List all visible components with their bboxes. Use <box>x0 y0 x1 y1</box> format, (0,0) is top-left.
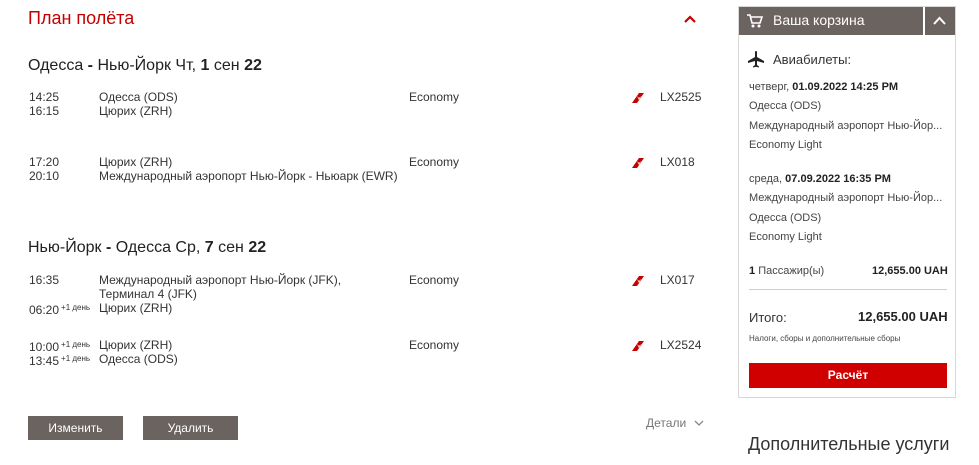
delete-button[interactable]: Удалить <box>143 416 238 440</box>
route-origin: Нью-Йорк <box>28 239 102 256</box>
arrival-time-row: 06:20 +1 день <box>29 301 90 317</box>
departure-terminal: Терминал 4 (JFK) <box>99 287 197 301</box>
route-origin: Одесса <box>28 57 84 74</box>
arrival-time: 06:20 <box>29 303 60 317</box>
airplane-icon <box>748 51 764 68</box>
extra-services-title: Дополнительные услуги <box>748 434 950 454</box>
cart-flight-origin: Международный аэропорт Нью-Йор... <box>749 192 943 204</box>
next-day-badge: +1 день <box>61 354 91 363</box>
airline-logo-icon <box>632 158 644 168</box>
arrival-airport: Цюрих (ZRH) <box>99 104 173 118</box>
route-separator: - <box>83 57 98 74</box>
cart-section-title: Авиабилеты: <box>773 52 852 67</box>
total-price: 12,655.00 UAH <box>858 309 948 324</box>
departure-time: 14:25 <box>29 90 60 104</box>
departure-airport: Цюрих (ZRH) <box>99 338 173 352</box>
next-day-badge: +1 день <box>61 340 91 349</box>
cart-flight-weekday: четверг, <box>749 81 793 93</box>
cart-collapse-button[interactable] <box>924 7 955 35</box>
arrival-airport: Одесса (ODS) <box>99 352 178 366</box>
route-year: 22 <box>248 239 267 256</box>
cart-flight-date: четверг, 01.09.2022 14:25 PM <box>749 81 898 93</box>
route-month: сен <box>218 239 244 256</box>
cart-title: Ваша корзина <box>773 12 865 28</box>
airline-logo-icon <box>632 341 644 351</box>
departure-airport: Международный аэропорт Нью-Йорк (JFK), <box>99 273 342 287</box>
route-separator: - <box>101 239 116 256</box>
cabin-class: Economy <box>409 155 460 169</box>
airline-logo-icon <box>632 93 644 103</box>
cart-flight-destination: Одесса (ODS) <box>749 212 822 224</box>
total-label: Итого: <box>749 310 787 325</box>
arrival-time-row: 13:45 +1 день <box>29 352 90 368</box>
departure-airport: Одесса (ODS) <box>99 90 178 104</box>
route-year: 22 <box>244 57 262 74</box>
route-destination: Одесса <box>115 239 171 256</box>
cart-flight-origin: Одесса (ODS) <box>749 100 822 112</box>
passengers-summary: 1 Пассажир(ы) <box>749 265 824 277</box>
passengers-price: 12,655.00 UAH <box>872 265 948 277</box>
flight-number: LX017 <box>660 273 695 287</box>
cart-divider <box>749 289 947 290</box>
cabin-class: Economy <box>409 338 460 352</box>
passengers-count: 1 <box>749 265 756 277</box>
arrival-time: 20:10 <box>29 169 60 183</box>
route-destination: Нью-Йорк <box>97 57 171 74</box>
details-toggle[interactable]: Детали <box>646 416 704 430</box>
arrival-airport: Цюрих (ZRH) <box>99 301 173 315</box>
chevron-down-icon <box>694 420 703 426</box>
cart-flight-weekday: среда, <box>749 173 786 185</box>
route-weekday: Чт, <box>175 57 197 74</box>
arrival-airport: Международный аэропорт Нью-Йорк - Ньюарк… <box>99 169 398 183</box>
route-day: 1 <box>200 57 210 74</box>
flight-number: LX2525 <box>660 90 702 104</box>
route-day: 7 <box>204 239 214 256</box>
airline-logo-icon <box>632 276 644 286</box>
checkout-button[interactable]: Расчёт <box>749 363 947 388</box>
cabin-class: Economy <box>409 90 460 104</box>
route-month: сен <box>213 57 240 74</box>
chevron-up-icon[interactable] <box>683 14 697 24</box>
next-day-badge: +1 день <box>61 303 91 312</box>
details-label: Детали <box>646 416 687 430</box>
flight-number: LX2524 <box>660 338 702 352</box>
outbound-route-title: Одесса - Нью-Йорк Чт, 1 сен 22 <box>28 57 262 75</box>
change-button[interactable]: Изменить <box>28 416 123 440</box>
taxes-note: Налоги, сборы и дополнительные сборы <box>749 334 901 343</box>
cart-flight-destination: Международный аэропорт Нью-Йор... <box>749 120 943 132</box>
departure-time: 17:20 <box>29 155 60 169</box>
passengers-label: Пассажир(ы) <box>758 265 825 277</box>
chevron-up-icon <box>924 7 946 35</box>
departure-time: 16:35 <box>29 273 60 287</box>
cart-flight-date: среда, 07.09.2022 16:35 PM <box>749 173 891 185</box>
cart-icon <box>747 14 764 28</box>
route-weekday: Ср, <box>175 239 201 256</box>
cabin-class: Economy <box>409 273 460 287</box>
cart-flight-fare: Economy Light <box>749 231 822 243</box>
arrival-time: 13:45 <box>29 354 60 368</box>
arrival-time: 16:15 <box>29 104 60 118</box>
cart-flight-fare: Economy Light <box>749 139 822 151</box>
cart-flight-datetime: 01.09.2022 14:25 PM <box>792 81 899 93</box>
flight-number: LX018 <box>660 155 695 169</box>
page-title: План полёта <box>28 8 135 28</box>
inbound-route-title: Нью-Йорк - Одесса Ср, 7 сен 22 <box>28 239 266 257</box>
cart-flight-datetime: 07.09.2022 16:35 PM <box>785 173 891 185</box>
departure-airport: Цюрих (ZRH) <box>99 155 173 169</box>
